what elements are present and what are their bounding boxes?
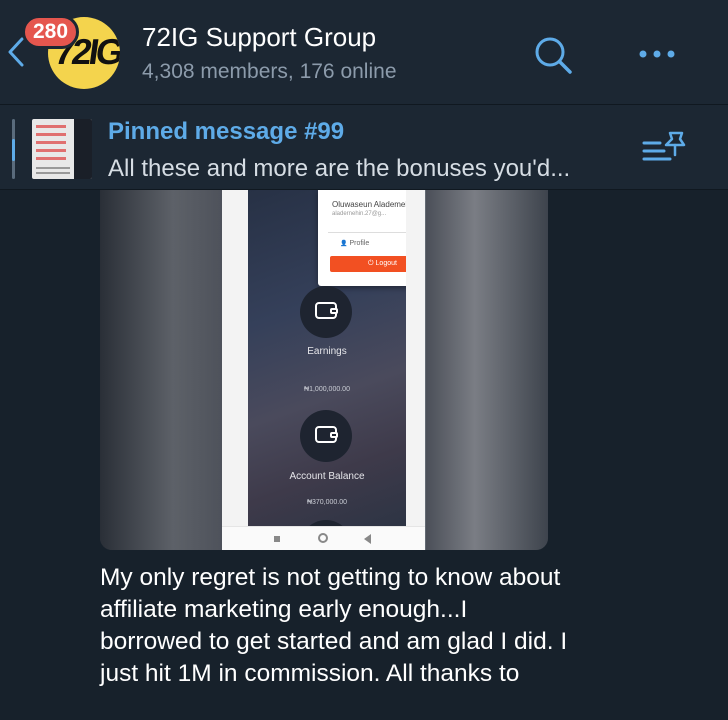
account-dropdown: Oluwaseun Alademehin aladernehin.27@g...… [318, 190, 406, 286]
account-email: aladernehin.27@g... [332, 211, 387, 217]
phone-screenshot: Oluwaseun Alademehin aladernehin.27@g...… [222, 190, 425, 550]
pinned-text[interactable]: All these and more are the bonuses you'd… [108, 155, 570, 183]
back-arrow-icon[interactable] [6, 36, 26, 68]
pinned-indicator-active [12, 139, 15, 161]
pinned-message-bar[interactable]: Pinned message #99 All these and more ar… [0, 104, 728, 190]
user-icon: 👤 [340, 241, 348, 247]
pin-list-icon[interactable] [640, 130, 688, 170]
pinned-title[interactable]: Pinned message #99 [108, 118, 344, 146]
nav-back-icon [364, 534, 371, 544]
message-photo[interactable]: Oluwaseun Alademehin aladernehin.27@g...… [100, 190, 548, 550]
earnings-value: ₦1,000,000.00 [304, 386, 350, 393]
balance-label: Account Balance [289, 471, 365, 482]
more-icon[interactable] [636, 44, 678, 64]
android-nav-bar [222, 526, 425, 550]
unread-badge: 280 [22, 15, 80, 49]
balance-wallet-icon [300, 410, 352, 462]
chat-header: 72IG 280 72IG Support Group 4,308 member… [0, 0, 728, 104]
profile-link: 👤 Profile [340, 240, 370, 247]
logout-button: ⏻ Logout [330, 256, 406, 272]
chat-title[interactable]: 72IG Support Group [142, 22, 376, 53]
pinned-thumbnail [32, 119, 92, 179]
app-screen: Oluwaseun Alademehin aladernehin.27@g...… [248, 190, 406, 526]
nav-home-icon [318, 533, 328, 543]
balance-value: ₦370,000.00 [306, 499, 348, 506]
chat-subtitle: 4,308 members, 176 online [142, 60, 397, 83]
power-icon: ⏻ [368, 260, 374, 267]
earnings-label: Earnings [307, 346, 347, 357]
earnings-wallet-icon [300, 286, 352, 338]
search-icon[interactable] [530, 34, 576, 76]
account-name: Oluwaseun Alademehin [332, 200, 406, 209]
nav-recents-icon [274, 536, 280, 542]
message-text: My only regret is not getting to know ab… [100, 564, 568, 687]
